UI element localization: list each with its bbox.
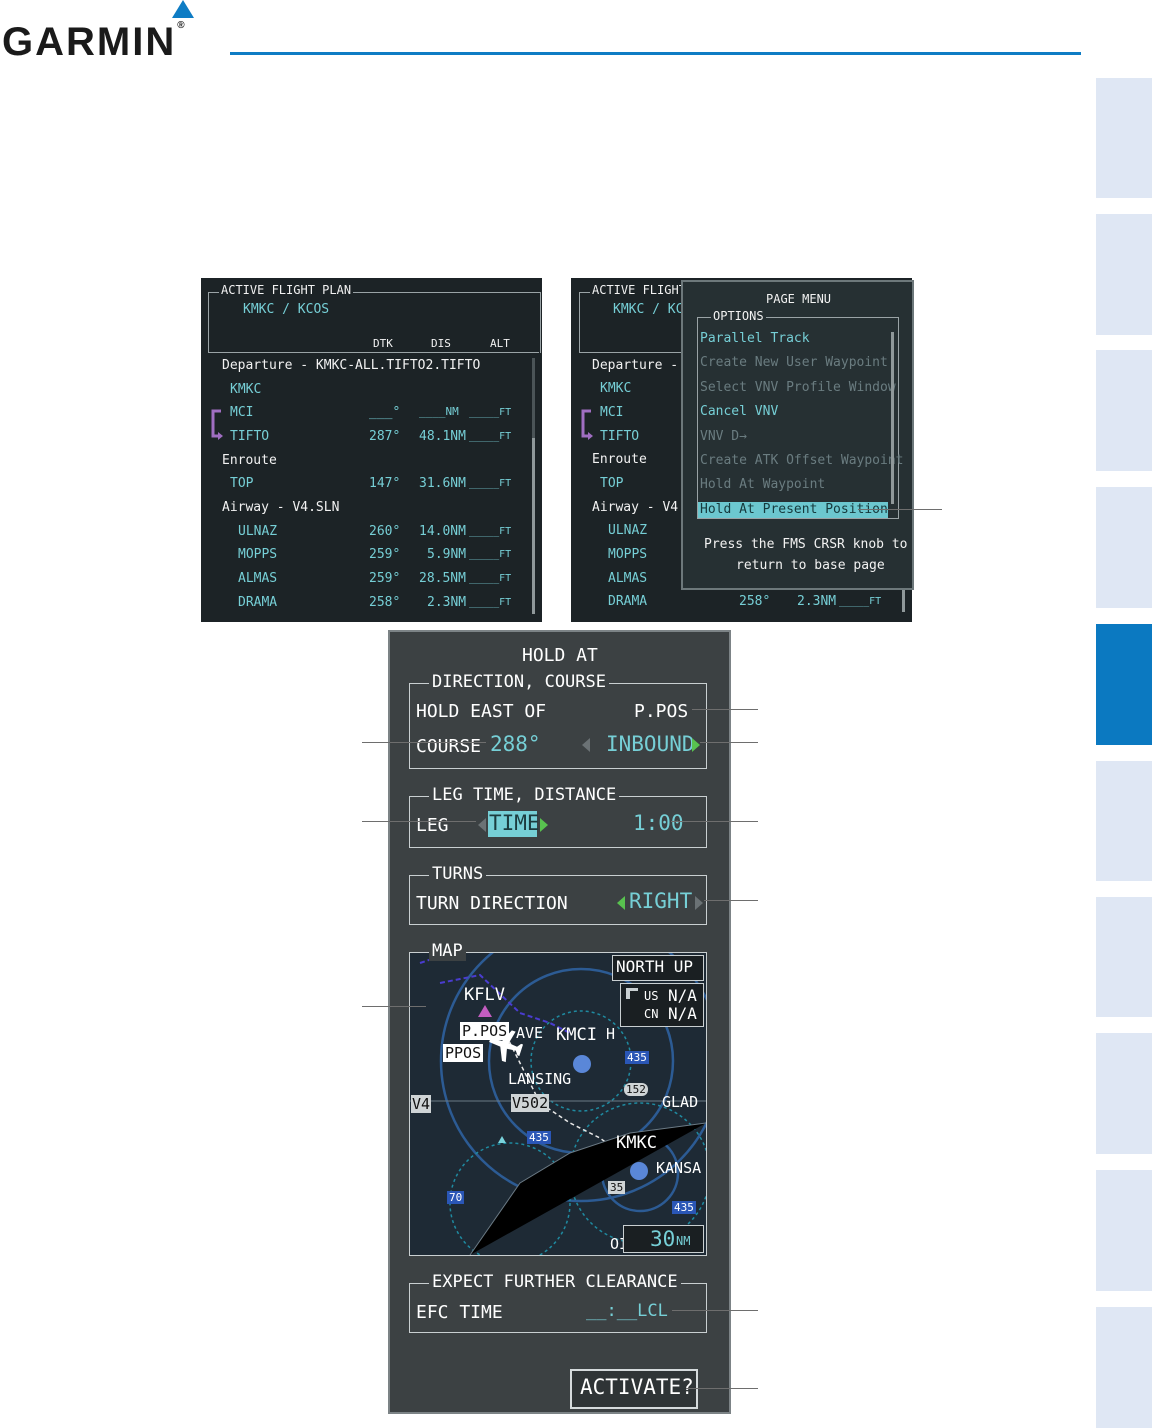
direction-course-title: DIRECTION, COURSE: [429, 672, 609, 692]
menu-item-vnv-direct-to[interactable]: VNV D→: [700, 429, 747, 444]
hold-direction-label: HOLD EAST OF: [416, 701, 547, 722]
leg-time-distance-title: LEG TIME, DISTANCE: [429, 785, 620, 805]
page-menu-instruction-line2: return to base page: [736, 558, 885, 573]
leg-bracket-icon: [211, 409, 223, 440]
map-title: MAP: [429, 941, 466, 961]
page-menu-title: PAGE MENU: [766, 292, 832, 306]
garmin-logo: GARMIN®: [2, 20, 187, 64]
side-tab-9[interactable]: [1096, 1170, 1152, 1291]
turns-title: TURNS: [429, 864, 487, 884]
fp-row[interactable]: KMKC: [230, 382, 261, 397]
hold-title: HOLD AT: [522, 645, 598, 666]
menu-item-parallel-track[interactable]: Parallel Track: [700, 331, 810, 346]
page-menu-window: PAGE MENU OPTIONS Parallel Track Create …: [681, 280, 914, 590]
course-label: COURSE: [416, 736, 482, 757]
wind-icon: [626, 988, 638, 999]
inbound-outbound-field[interactable]: INBOUND: [606, 732, 695, 756]
fp-row[interactable]: MOPPS: [238, 547, 277, 562]
hold-at-screen: HOLD AT DIRECTION, COURSE HOLD EAST OF P…: [388, 630, 731, 1414]
leg-label: LEG: [416, 815, 449, 836]
fp-row[interactable]: ALMAS: [238, 571, 277, 586]
turn-direction-field[interactable]: RIGHT: [629, 889, 692, 913]
menu-item-create-new-user-waypoint[interactable]: Create New User Waypoint: [700, 355, 888, 370]
fp-row[interactable]: Airway - V4.SLN: [222, 500, 339, 515]
flight-plan-scrollbar[interactable]: [532, 438, 535, 614]
active-flight-plan-screen: ACTIVE FLIGHT PLAN KMKC / KCOS DTK DIS A…: [201, 278, 542, 622]
hold-fix-value: P.POS: [634, 701, 689, 722]
page-menu-scrollbar[interactable]: [891, 332, 894, 504]
turn-direction-label: TURN DIRECTION: [416, 893, 568, 914]
map-orientation-label: NORTH UP: [616, 957, 694, 976]
activate-label: ACTIVATE?: [580, 1375, 694, 1399]
fp-row[interactable]: Enroute: [222, 453, 277, 468]
map-range-unit: NM: [676, 1234, 691, 1248]
turn-left-arrow-icon: [617, 896, 625, 910]
menu-item-select-vnv-profile-window[interactable]: Select VNV Profile Window: [700, 380, 896, 395]
fp-row[interactable]: Departure - KMKC-ALL.TIFTO2.TIFTO: [222, 358, 480, 373]
leg-mode-field[interactable]: TIME: [489, 811, 540, 835]
hold-map[interactable]: KFLV P.POS PPOS AVE KMCI H LANSING V4 V5…: [409, 952, 707, 1256]
fp-row[interactable]: TIFTO: [230, 429, 269, 444]
callout-line: [858, 509, 942, 510]
fp-row[interactable]: DRAMA: [238, 595, 277, 610]
leg-bracket-icon: [581, 409, 593, 440]
leg-right-arrow-icon: [540, 818, 548, 832]
menu-item-hold-at-waypoint[interactable]: Hold At Waypoint: [700, 477, 825, 492]
side-tab-7[interactable]: [1096, 897, 1152, 1017]
course-field[interactable]: 288°: [490, 732, 541, 756]
inbound-left-arrow-icon: [582, 738, 590, 752]
menu-item-cancel-vnv[interactable]: Cancel VNV: [700, 404, 778, 419]
garmin-logo-triangle-icon: [172, 0, 194, 18]
efc-title: EXPECT FURTHER CLEARANCE: [429, 1272, 681, 1292]
options-group-title: OPTIONS: [711, 309, 766, 323]
leg-left-arrow-icon: [478, 818, 486, 832]
col-dtk: DTK: [373, 337, 393, 350]
side-tab-10[interactable]: [1096, 1307, 1152, 1428]
header-rule: [230, 52, 1081, 55]
flight-plan-route: KMKC / KCOS: [243, 302, 330, 317]
side-tab-4[interactable]: [1096, 487, 1152, 608]
page-menu-instruction-line1: Press the FMS CRSR knob to: [704, 537, 908, 552]
side-tab-8[interactable]: [1096, 1033, 1152, 1154]
flight-plan-title: ACTIVE FLIGHT PLAN: [219, 283, 354, 297]
fp-row[interactable]: ULNAZ: [238, 524, 277, 539]
side-tab-1[interactable]: [1096, 78, 1152, 198]
fp-row[interactable]: MCI: [230, 405, 253, 420]
side-tab-3[interactable]: [1096, 350, 1152, 471]
inbound-right-arrow-icon: [692, 738, 700, 752]
kmkc-airport-icon: [630, 1162, 648, 1180]
efc-time-field[interactable]: __:__LCL: [586, 1301, 668, 1321]
fp-row[interactable]: TOP: [230, 476, 253, 491]
side-tab-6[interactable]: [1096, 761, 1152, 881]
col-alt: ALT: [490, 337, 510, 350]
map-range-value: 30: [650, 1227, 676, 1251]
menu-item-create-atk-offset-waypoint[interactable]: Create ATK Offset Waypoint: [700, 453, 904, 468]
kmci-airport-icon: [573, 1055, 591, 1073]
efc-time-label: EFC TIME: [416, 1302, 503, 1323]
col-dis: DIS: [431, 337, 451, 350]
side-tab-5-active[interactable]: [1096, 624, 1152, 745]
leg-time-field[interactable]: 1:00: [633, 811, 684, 835]
page-menu-screen: ACTIVE FLIGHT KMKC / KC Departure - K KM…: [571, 278, 914, 622]
turn-right-arrow-icon: [695, 896, 703, 910]
side-tab-2[interactable]: [1096, 214, 1152, 335]
